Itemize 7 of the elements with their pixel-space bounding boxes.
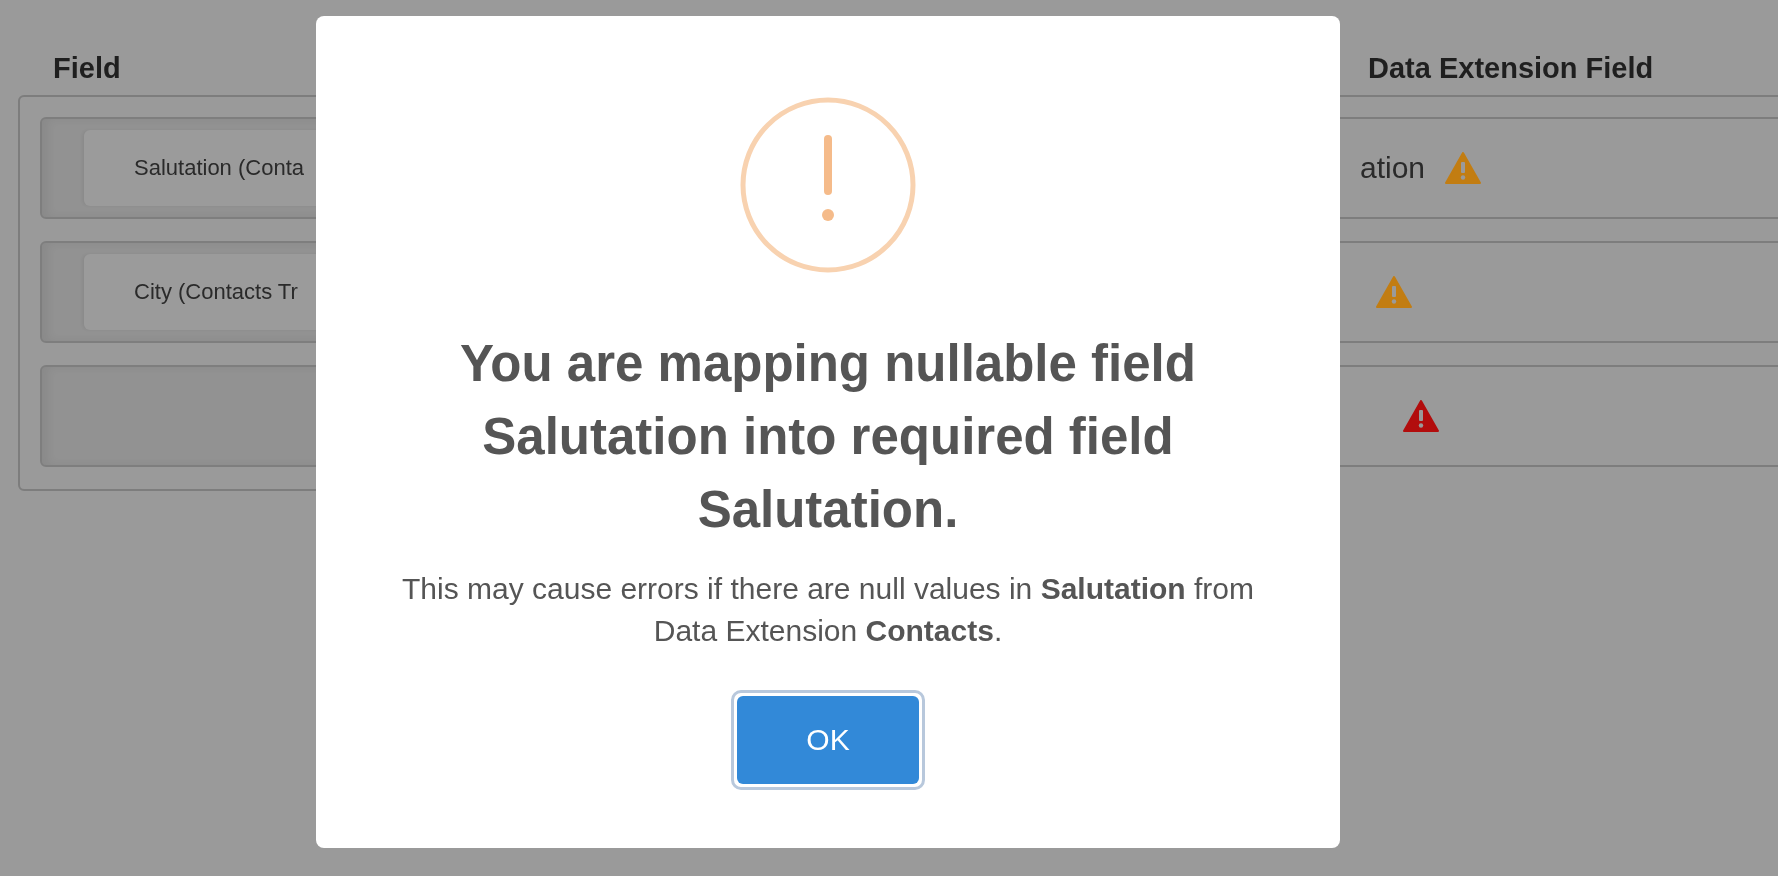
column-heading: Field xyxy=(52,52,122,86)
ok-button[interactable]: OK xyxy=(737,696,919,784)
dialog-title: You are mapping nullable field Salutation into required field Salutation. xyxy=(459,334,1197,540)
dialog-message: This may cause errors if there are null values in Salutation from Data Extension Contacts. xyxy=(401,571,1255,649)
exclamation-circle-icon xyxy=(738,95,918,275)
column-heading: Data Extension Field xyxy=(1367,52,1655,86)
target-field-name: ation xyxy=(1360,151,1426,185)
